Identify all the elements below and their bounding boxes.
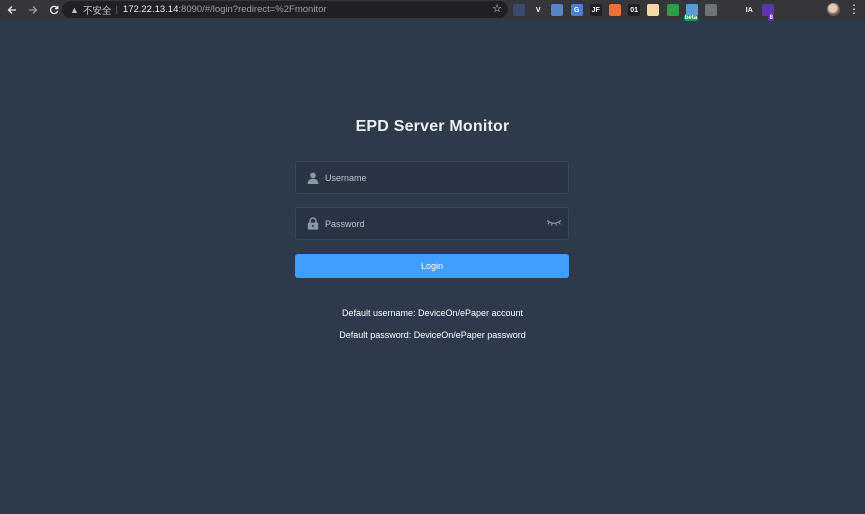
ext-12-icon[interactable] (724, 4, 737, 16)
ext-1-icon[interactable] (513, 4, 525, 16)
ext-download-icon[interactable] (666, 4, 679, 16)
address-bar[interactable]: ▲ 不安全 | 172.22.13.14 :8090/#/login?redir… (62, 1, 508, 18)
browser-menu-icon[interactable]: ⋮ (848, 2, 860, 16)
password-field[interactable] (295, 207, 569, 240)
ext-3-icon[interactable] (551, 4, 564, 16)
url-path: :8090/#/login?redirect=%2Fmonitor (178, 4, 327, 15)
login-button[interactable]: Login (295, 254, 569, 278)
default-username-tip: Default username: DeviceOn/ePaper accoun… (341, 308, 524, 318)
reload-icon (49, 5, 59, 15)
username-field[interactable] (295, 161, 569, 194)
ext-8-icon[interactable] (647, 4, 660, 16)
show-password-eye-icon[interactable] (546, 215, 562, 231)
extension-badge: beta (683, 15, 699, 21)
bookmark-star-icon[interactable]: ☆ (492, 2, 502, 15)
ext-5-icon[interactable]: JF (589, 4, 602, 16)
ext-puzzle-icon[interactable] (800, 4, 813, 16)
ext-14-icon[interactable]: 8 (762, 4, 775, 21)
ext-translate-icon[interactable]: G (570, 4, 583, 16)
forward-button[interactable] (24, 1, 42, 19)
ext-11-icon[interactable] (704, 4, 717, 16)
back-arrow-icon (7, 6, 16, 14)
url-host: 172.22.13.14 (122, 4, 179, 15)
reload-button[interactable] (45, 1, 63, 19)
page-title: EPD Server Monitor (355, 118, 510, 135)
forward-arrow-icon (29, 6, 38, 14)
username-input[interactable] (325, 172, 525, 183)
security-status-label: 不安全 (82, 5, 112, 17)
ext-vue-icon[interactable]: V (532, 4, 545, 16)
ext-ia-icon[interactable]: IA (743, 4, 756, 16)
lock-icon (305, 216, 321, 232)
ext-01-icon[interactable]: 01 (628, 4, 641, 16)
user-icon (305, 170, 321, 186)
ext-beta-icon[interactable]: beta (683, 4, 699, 21)
extension-badge: 8 (768, 15, 774, 21)
ext-6-icon[interactable] (608, 4, 621, 16)
back-button[interactable] (3, 1, 21, 19)
ext-15-icon[interactable] (781, 4, 794, 16)
browser-toolbar: ▲ 不安全 | 172.22.13.14 :8090/#/login?redir… (0, 0, 865, 21)
address-separator: | (115, 4, 118, 15)
password-input[interactable] (325, 218, 525, 229)
default-password-tip: Default password: DeviceOn/ePaper passwo… (339, 330, 526, 340)
warning-icon[interactable]: ▲ (70, 5, 79, 15)
profile-avatar[interactable] (827, 3, 840, 16)
extensions-area: V G JF 01 beta IA 8 (513, 2, 820, 21)
